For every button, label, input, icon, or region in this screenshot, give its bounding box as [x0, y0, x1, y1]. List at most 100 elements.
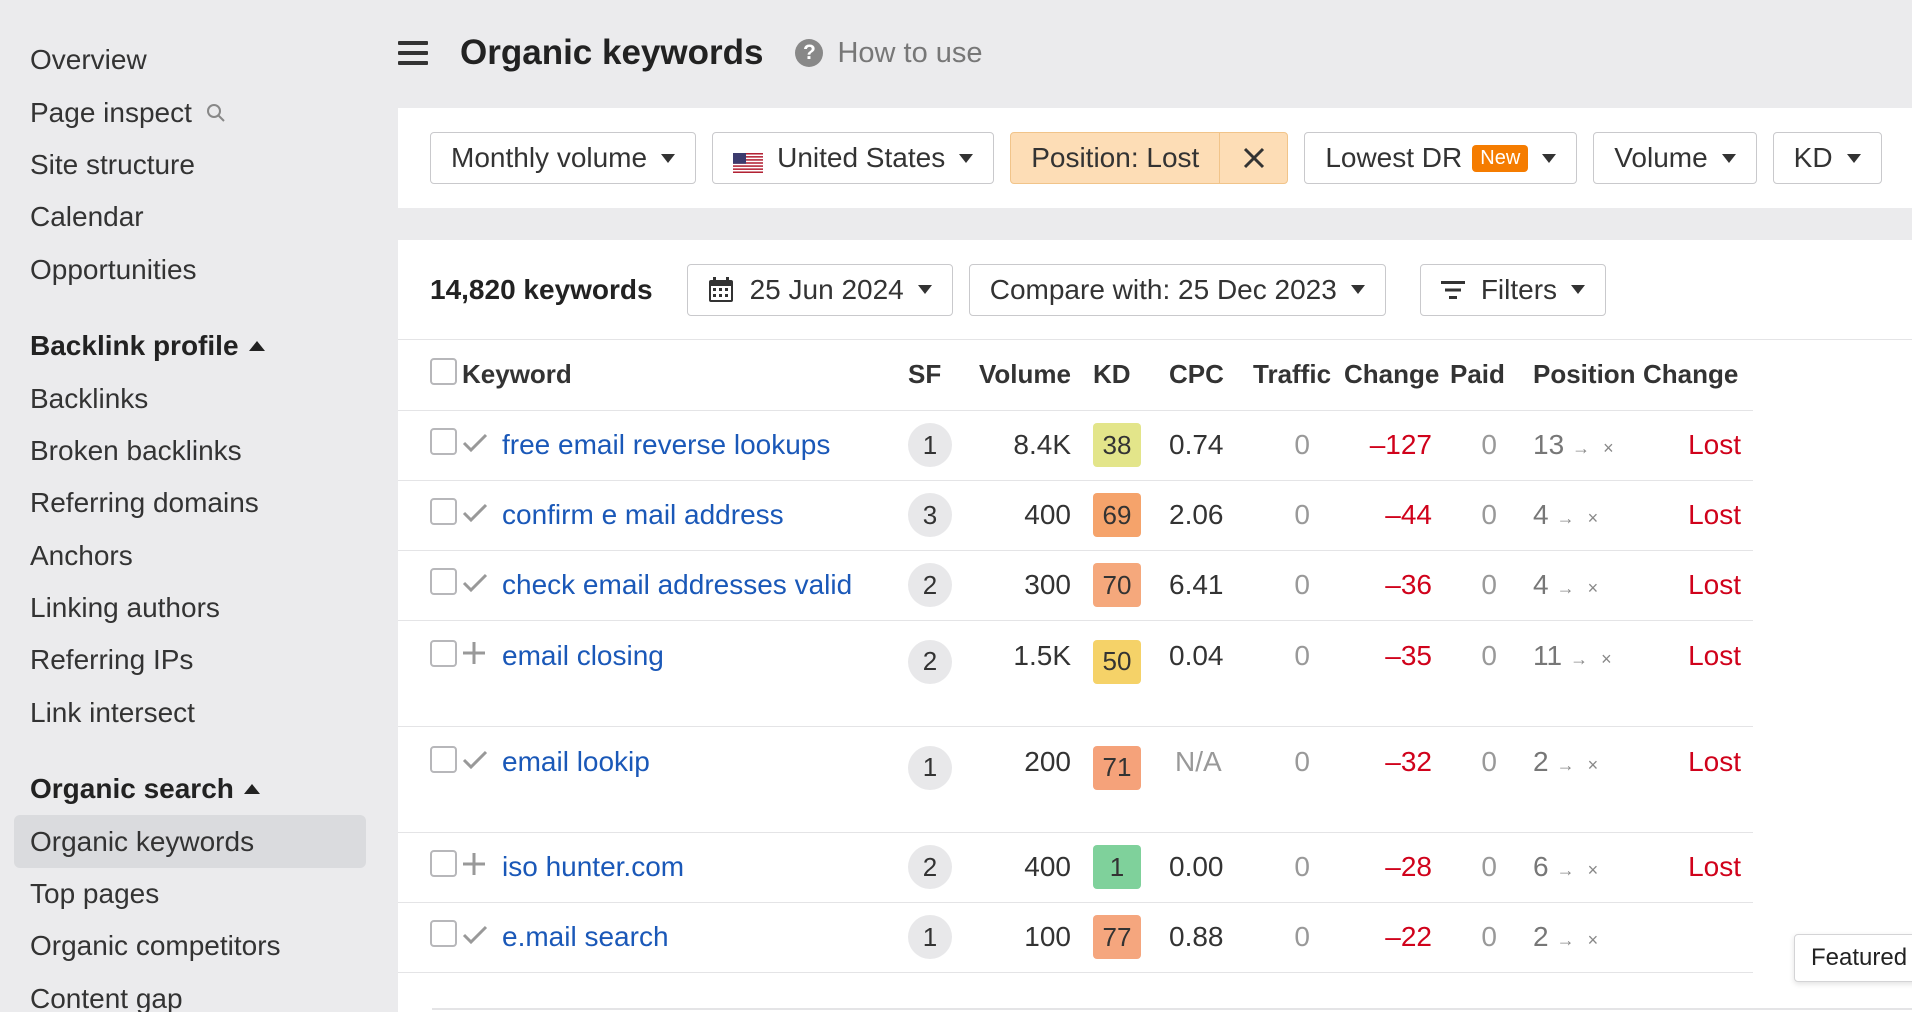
header-sf[interactable]: SF [908, 340, 958, 411]
row-checkbox[interactable] [430, 639, 457, 667]
table-row: email closing 2 1.5K 50 0.04 0 –35 0 11 → × Lost [398, 620, 1753, 727]
checkmark-icon[interactable] [462, 410, 502, 481]
sf-badge[interactable]: 2 [908, 563, 952, 607]
featured-tooltip: Featured [1794, 934, 1912, 982]
sidebar-item-organic-competitors[interactable]: Organic competitors [0, 920, 398, 972]
sidebar-item-referring-domains[interactable]: Referring domains [0, 477, 398, 529]
sidebar-item-label: Organic keywords [30, 825, 255, 857]
sidebar-item-label: Referring domains [30, 487, 259, 519]
sf-badge[interactable]: 1 [908, 915, 952, 959]
checkmark-icon[interactable] [462, 550, 502, 621]
kd-cell: 69 [1083, 480, 1167, 551]
position-value: 4 [1533, 569, 1549, 600]
kd-cell: 38 [1083, 410, 1167, 481]
row-checkbox[interactable] [430, 498, 457, 525]
sf-badge[interactable]: 1 [908, 745, 952, 790]
sidebar-item-broken-backlinks[interactable]: Broken backlinks [0, 425, 398, 477]
close-icon[interactable] [1219, 133, 1287, 183]
sidebar-item-calendar[interactable]: Calendar [0, 191, 398, 243]
header-cpc[interactable]: CPC [1167, 340, 1253, 411]
sidebar-item-top-pages[interactable]: Top pages [0, 868, 398, 920]
sf-badge[interactable]: 3 [908, 493, 952, 537]
plus-icon[interactable] [462, 620, 502, 727]
keyword-link[interactable]: email lookip [502, 746, 650, 777]
keyword-link[interactable]: free email reverse lookups [502, 429, 830, 460]
header-position-change[interactable]: Change [1643, 340, 1753, 411]
sidebar-item-linking-authors[interactable]: Linking authors [0, 582, 398, 634]
cpc-cell: N/A [1167, 726, 1253, 833]
kd-cell: 50 [1083, 620, 1167, 727]
sidebar-item-content-gap[interactable]: Content gap [0, 973, 398, 1012]
table-row: email lookip 1 200 71 N/A 0 –32 0 2 → × Lost [398, 726, 1753, 833]
volume-cell: 1.5K [958, 620, 1083, 727]
kd-dropdown[interactable]: KD [1772, 132, 1882, 184]
how-to-use-link[interactable]: How to use [837, 37, 982, 70]
checkmark-icon[interactable] [462, 480, 502, 551]
row-checkbox[interactable] [430, 850, 457, 877]
sidebar-item-referring-ips[interactable]: Referring IPs [0, 634, 398, 686]
sidebar-section-organic-search[interactable]: Organic search [0, 763, 398, 815]
header-paid[interactable]: Paid [1446, 340, 1533, 411]
sidebar-item-link-intersect[interactable]: Link intersect [0, 687, 398, 739]
position-change-cell: Lost [1643, 726, 1753, 833]
row-select-cell [398, 832, 462, 903]
header-volume[interactable]: Volume [958, 340, 1083, 411]
row-select-cell [398, 410, 462, 481]
sidebar-item-overview[interactable]: Overview [0, 34, 398, 86]
keyword-link[interactable]: e.mail search [502, 921, 669, 952]
caret-up-icon [243, 784, 260, 795]
sidebar-section-label: Organic search [30, 773, 234, 805]
keyword-link[interactable]: iso hunter.com [502, 851, 684, 882]
sidebar-item-organic-keywords[interactable]: Organic keywords [14, 815, 366, 868]
position-cell: 13 → × [1533, 410, 1643, 481]
filters-button[interactable]: Filters [1419, 263, 1607, 316]
row-checkbox[interactable] [430, 568, 457, 595]
date-picker[interactable]: 25 Jun 2024 [686, 263, 953, 316]
row-checkbox[interactable] [430, 428, 457, 455]
select-all-checkbox[interactable] [430, 357, 457, 385]
sf-cell: 1 [908, 726, 958, 833]
position-value: 6 [1533, 851, 1549, 882]
volume-dropdown[interactable]: Volume [1593, 132, 1757, 184]
sidebar-section-label: Backlink profile [30, 330, 239, 362]
traffic-cell: 0 [1253, 620, 1344, 727]
header-change[interactable]: Change [1344, 340, 1446, 411]
keyword-link[interactable]: confirm e mail address [502, 499, 784, 530]
us-flag-icon [733, 148, 764, 173]
sidebar-item-site-structure[interactable]: Site structure [0, 139, 398, 191]
keyword-cell: email closing [502, 620, 908, 727]
keywords-table: Keyword SF Volume KD CPC Traffic Change … [398, 340, 1753, 973]
header-traffic[interactable]: Traffic [1253, 340, 1344, 411]
row-checkbox[interactable] [430, 745, 457, 773]
checkmark-icon[interactable] [462, 726, 502, 833]
sf-badge[interactable]: 2 [908, 639, 952, 684]
paid-cell: 0 [1446, 832, 1533, 903]
header-position[interactable]: Position [1533, 340, 1643, 411]
help-icon[interactable]: ? [795, 39, 824, 67]
lowest-dr-dropdown[interactable]: Lowest DR New [1304, 132, 1578, 184]
sidebar-item-opportunities[interactable]: Opportunities [0, 244, 398, 296]
dropdown-label: Volume [1614, 142, 1708, 173]
country-dropdown[interactable]: United States [712, 132, 995, 184]
keyword-link[interactable]: email closing [502, 640, 664, 671]
chevron-down-icon [917, 285, 932, 294]
compare-with-dropdown[interactable]: Compare with: 25 Dec 2023 [968, 263, 1386, 316]
row-checkbox[interactable] [430, 920, 457, 947]
header-keyword[interactable]: Keyword [462, 340, 868, 411]
keyword-link[interactable]: check email addresses valid [502, 569, 852, 600]
sf-badge[interactable]: 1 [908, 423, 952, 467]
sf-badge[interactable]: 2 [908, 845, 952, 889]
sidebar-section-backlink-profile[interactable]: Backlink profile [0, 320, 398, 372]
keyword-cell: email lookip [502, 726, 908, 833]
position-filter-chip[interactable]: Position: Lost [1010, 132, 1289, 184]
sidebar-item-page-inspect[interactable]: Page inspect [0, 86, 398, 138]
sidebar-item-anchors[interactable]: Anchors [0, 530, 398, 582]
checkmark-icon[interactable] [462, 902, 502, 973]
hamburger-menu-icon[interactable] [398, 41, 428, 65]
monthly-volume-dropdown[interactable]: Monthly volume [430, 132, 697, 184]
sidebar-item-backlinks[interactable]: Backlinks [0, 372, 398, 424]
traffic-cell: 0 [1253, 832, 1344, 903]
position-change-cell [1643, 902, 1753, 973]
plus-icon[interactable] [462, 832, 502, 903]
header-kd[interactable]: KD [1083, 340, 1167, 411]
